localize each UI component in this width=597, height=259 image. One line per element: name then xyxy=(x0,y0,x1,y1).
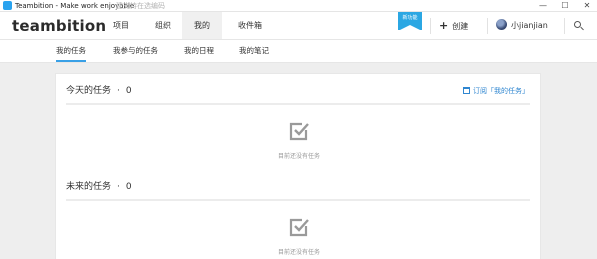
tasks-panel: 今天的任务 · 0 订阅「我的任务」 目前还没有任务 未来的任务 · 0 目前还没有任务 xyxy=(55,73,541,259)
tab-participated-tasks[interactable]: 我参与的任务 xyxy=(113,40,158,62)
username: 小jianjian xyxy=(511,21,548,30)
maximize-button[interactable]: ☐ xyxy=(556,0,574,12)
user-menu[interactable]: 小jianjian xyxy=(496,12,548,39)
minimize-button[interactable]: — xyxy=(534,0,552,12)
subscribe-my-tasks-link[interactable]: 订阅「我的任务」 xyxy=(463,85,529,97)
future-empty-state: 目前还没有任务 xyxy=(56,216,542,258)
window-titlebar: Teambition - Make work enjoyable 建支持在选编码… xyxy=(0,0,597,12)
tab-my-tasks[interactable]: 我的任务 xyxy=(56,40,86,62)
new-feature-badge[interactable]: 新功能 xyxy=(398,12,422,31)
calendar-icon xyxy=(463,87,470,94)
plus-icon: + xyxy=(439,19,449,32)
create-label: 创建 xyxy=(452,22,469,31)
app-icon xyxy=(3,1,12,10)
close-button[interactable]: ✕ xyxy=(578,0,596,12)
future-tasks-heading: 未来的任务 · 0 xyxy=(66,182,132,192)
window-overlay-text: 建支持在选编码 xyxy=(116,2,165,10)
app-header: teambition 项目 组织 我的 收件箱 新功能 + 创建 小jianjia… xyxy=(0,12,597,40)
search-button[interactable] xyxy=(572,19,586,33)
logo[interactable]: teambition xyxy=(12,15,106,37)
nav-projects[interactable]: 项目 xyxy=(104,12,138,39)
empty-state-text: 目前还没有任务 xyxy=(277,249,320,256)
nav-mine[interactable]: 我的 xyxy=(182,12,222,39)
divider xyxy=(66,199,530,201)
checkbox-icon xyxy=(288,216,310,238)
sub-navigation: 我的任务 我参与的任务 我的日程 我的笔记 xyxy=(0,40,597,63)
divider xyxy=(430,18,431,34)
tab-my-schedule[interactable]: 我的日程 xyxy=(184,40,214,62)
section-title: 今天的任务 xyxy=(66,86,112,96)
today-tasks-heading: 今天的任务 · 0 xyxy=(66,86,132,96)
checkbox-icon xyxy=(288,120,310,142)
divider xyxy=(487,18,488,34)
today-empty-state: 目前还没有任务 xyxy=(56,120,542,162)
section-title: 未来的任务 xyxy=(66,182,112,192)
divider xyxy=(564,18,565,34)
task-count: 0 xyxy=(125,86,132,96)
task-count: 0 xyxy=(125,182,132,192)
avatar xyxy=(496,19,507,30)
divider xyxy=(66,103,530,105)
empty-state-text: 目前还没有任务 xyxy=(277,153,320,160)
nav-inbox[interactable]: 收件箱 xyxy=(230,12,270,39)
create-button[interactable]: + 创建 xyxy=(439,12,468,39)
subscribe-label: 订阅「我的任务」 xyxy=(473,87,529,95)
nav-organizations[interactable]: 组织 xyxy=(146,12,180,39)
tab-my-notes[interactable]: 我的笔记 xyxy=(239,40,269,62)
